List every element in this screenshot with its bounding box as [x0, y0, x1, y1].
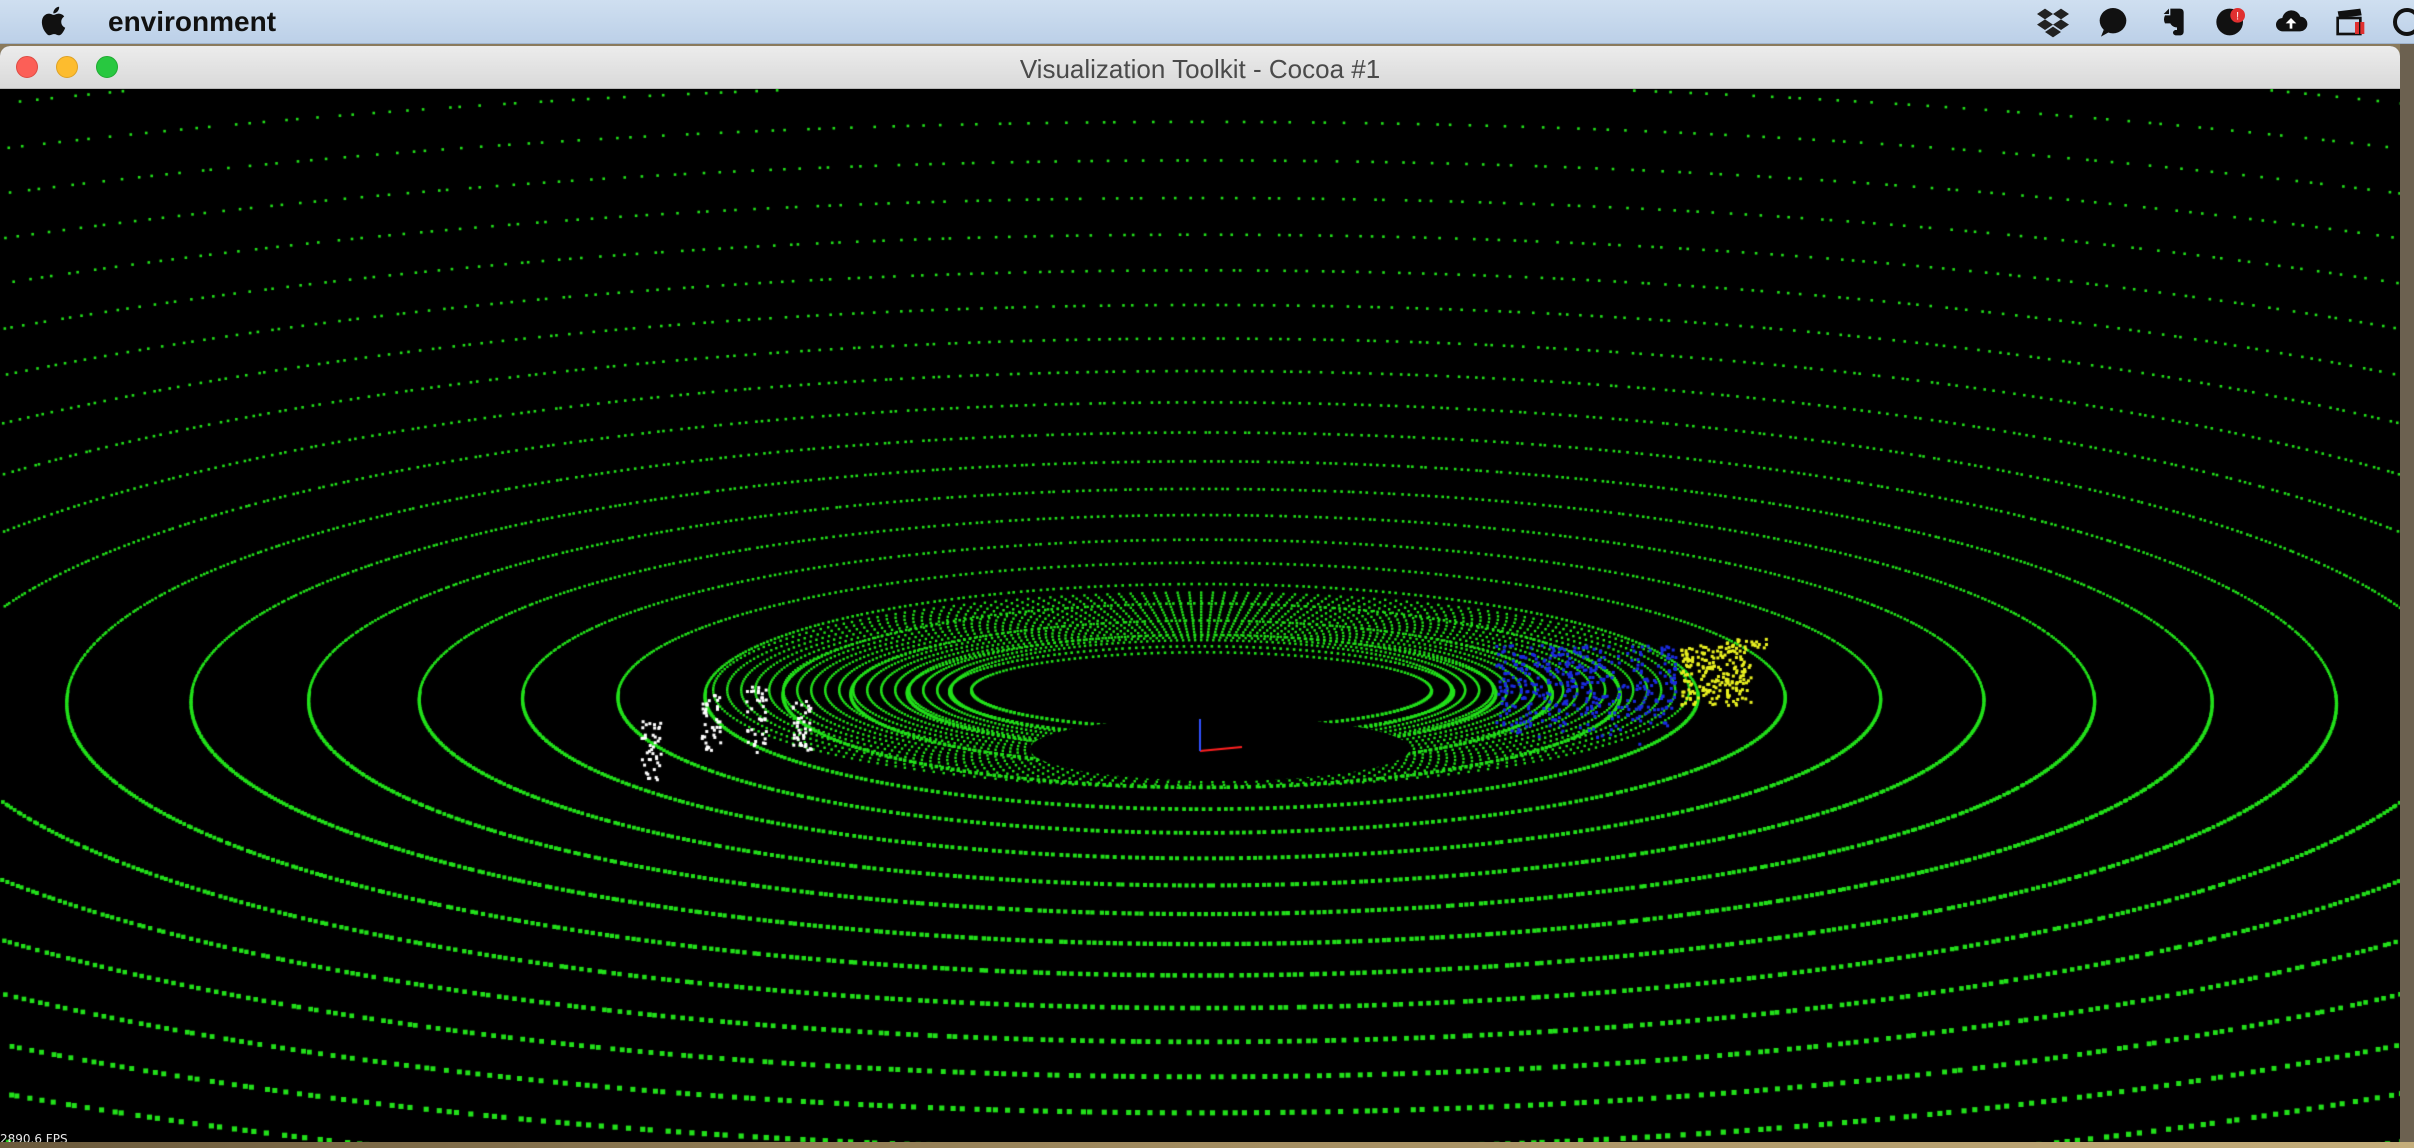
apple-icon[interactable]	[38, 4, 72, 38]
lastpass-icon[interactable]: !	[2212, 6, 2250, 38]
render-viewport[interactable]: 2890.6 FPS	[0, 89, 2400, 1148]
vtk-window: Visualization Toolkit - Cocoa #1 2890.6 …	[0, 46, 2400, 1148]
desktop-edge-bottom	[0, 1142, 2414, 1148]
chat-bubble-icon[interactable]	[2094, 6, 2132, 38]
point-cloud-canvas[interactable]	[0, 89, 2400, 1148]
desktop-edge	[2400, 44, 2414, 1148]
svg-text:!: !	[2236, 10, 2239, 22]
menu-bar: environment !	[0, 0, 2414, 44]
window-titlebar[interactable]: Visualization Toolkit - Cocoa #1	[0, 46, 2400, 89]
evernote-icon[interactable]	[2154, 6, 2192, 38]
clapper-icon[interactable]	[2332, 6, 2370, 38]
help-icon[interactable]	[2388, 6, 2414, 38]
cloud-upload-icon[interactable]	[2272, 6, 2310, 38]
app-menu-name[interactable]: environment	[108, 6, 276, 38]
dropbox-icon[interactable]	[2034, 6, 2072, 38]
window-title: Visualization Toolkit - Cocoa #1	[1019, 54, 1381, 84]
